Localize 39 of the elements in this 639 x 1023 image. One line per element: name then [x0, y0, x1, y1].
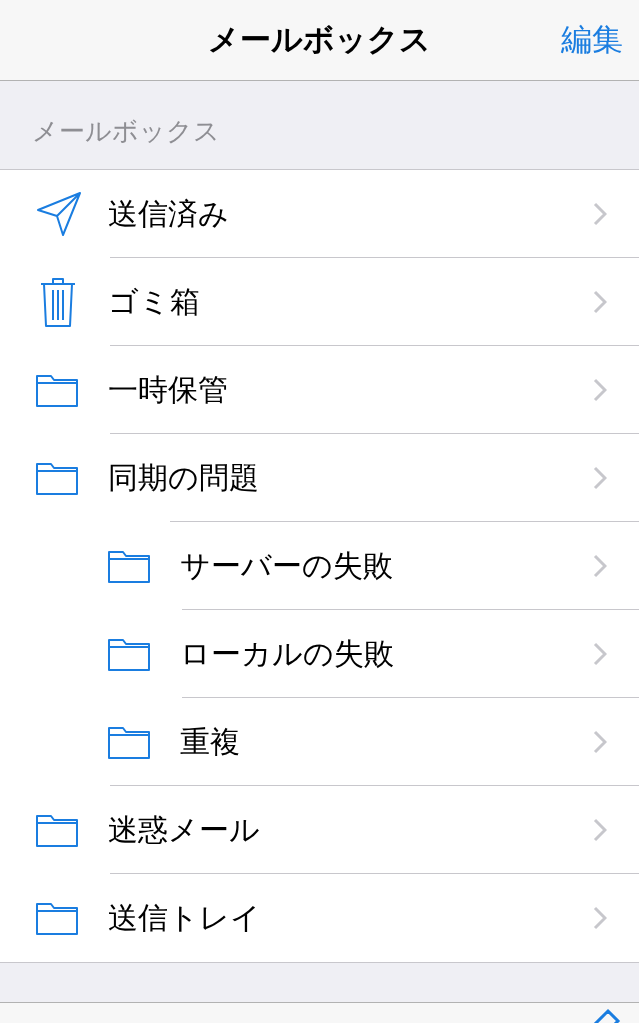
mailbox-label: サーバーの失敗 — [180, 546, 394, 585]
folder-icon — [36, 813, 78, 847]
chevron-right-icon — [593, 466, 607, 490]
chevron-right-icon — [593, 818, 607, 842]
mailbox-row[interactable]: 一時保管 — [0, 346, 639, 434]
chevron-right-icon — [593, 554, 607, 578]
chevron-right-icon — [593, 906, 607, 930]
folder-icon — [36, 901, 78, 935]
mailbox-label: ゴミ箱 — [108, 282, 201, 321]
trash-icon — [39, 276, 77, 328]
folder-icon — [36, 461, 78, 495]
folder-icon — [108, 549, 150, 583]
mailbox-row[interactable]: ローカルの失敗 — [0, 610, 639, 698]
mailbox-label: ローカルの失敗 — [180, 634, 395, 673]
folder-icon — [108, 637, 150, 671]
mailbox-row[interactable]: ゴミ箱 — [0, 258, 639, 346]
mailbox-row[interactable]: 迷惑メール — [0, 786, 639, 874]
mailbox-label: 同期の問題 — [108, 458, 260, 497]
mailbox-row[interactable]: 重複 — [0, 698, 639, 786]
edit-button[interactable]: 編集 — [561, 19, 623, 61]
mailbox-label: 一時保管 — [108, 370, 229, 409]
chevron-right-icon — [593, 290, 607, 314]
mailbox-label: 重複 — [180, 722, 241, 761]
folder-icon — [36, 373, 78, 407]
chevron-right-icon — [593, 730, 607, 754]
mailbox-row[interactable]: 送信トレイ — [0, 874, 639, 962]
section-header: メールボックス — [32, 115, 220, 148]
mailbox-row[interactable]: サーバーの失敗 — [0, 522, 639, 610]
mailbox-row[interactable]: 同期の問題 — [0, 434, 639, 522]
paper-plane-icon — [36, 191, 82, 237]
mailbox-label: 送信トレイ — [108, 898, 262, 937]
chevron-right-icon — [593, 642, 607, 666]
mailbox-row[interactable]: 送信済み — [0, 170, 639, 258]
mailbox-label: 送信済み — [108, 194, 230, 233]
folder-icon — [108, 725, 150, 759]
chevron-right-icon — [593, 202, 607, 226]
chevron-right-icon — [593, 378, 607, 402]
nav-title: メールボックス — [208, 20, 431, 59]
mailbox-label: 迷惑メール — [108, 810, 261, 849]
